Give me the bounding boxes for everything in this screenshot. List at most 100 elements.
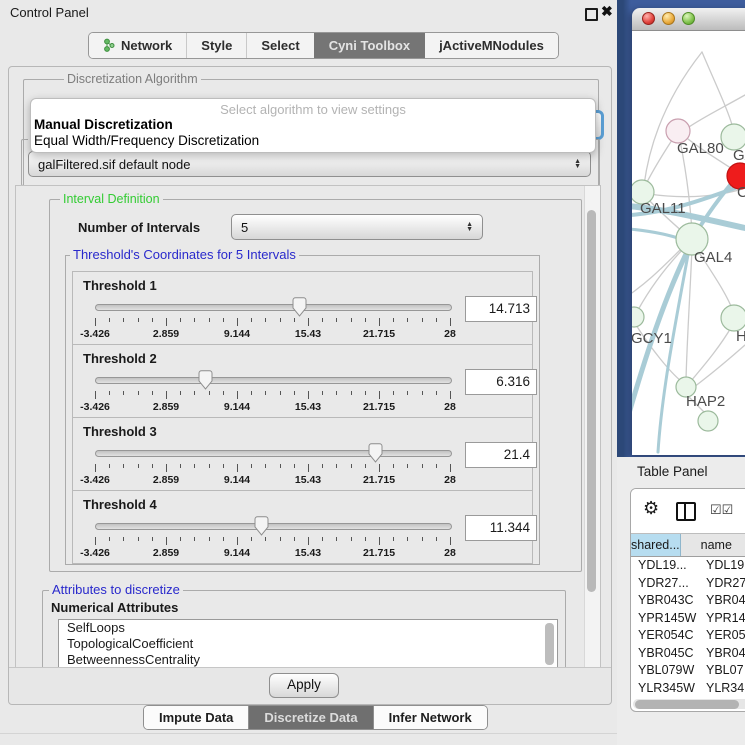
vertical-scrollbar[interactable] bbox=[584, 186, 600, 668]
threshold-value-field[interactable]: 21.4 bbox=[465, 442, 537, 468]
tick-label: 21.715 bbox=[363, 547, 395, 559]
table-data-value: galFiltered.sif default node bbox=[38, 157, 190, 172]
column-header-name[interactable]: name bbox=[681, 534, 745, 556]
network-canvas[interactable]: GAL80GACGAL11GAL4GCY1HHAP2 bbox=[632, 31, 745, 455]
tick-label: 28 bbox=[444, 401, 456, 413]
select-columns-icon[interactable]: ☑☑ bbox=[710, 502, 733, 518]
numerical-attributes-label: Numerical Attributes bbox=[51, 600, 178, 615]
number-of-intervals-combobox[interactable]: 5 ▲▼ bbox=[231, 214, 483, 240]
attribute-list-item[interactable]: BetweennessCentrality bbox=[59, 652, 557, 668]
slider-thumb[interactable] bbox=[198, 370, 213, 390]
threshold-slider[interactable]: -3.4262.8599.14415.4321.71528 bbox=[95, 296, 450, 342]
slider-thumb[interactable] bbox=[368, 443, 383, 463]
float-window-icon[interactable] bbox=[585, 8, 598, 21]
tab-style[interactable]: Style bbox=[186, 33, 246, 58]
network-view-window: GAL80GACGAL11GAL4GCY1HHAP2 bbox=[632, 8, 745, 455]
slider-ticks bbox=[95, 464, 450, 473]
tick-label: -3.426 bbox=[80, 328, 110, 340]
thresholds-group: Threshold's Coordinates for 5 Intervals … bbox=[65, 255, 540, 565]
vertical-scrollbar-thumb[interactable] bbox=[587, 210, 596, 592]
dropdown-item[interactable]: Manual Discretization bbox=[31, 117, 595, 133]
cell-shared-name: YER054C bbox=[631, 627, 699, 645]
slider-thumb[interactable] bbox=[292, 297, 307, 317]
threshold-slider[interactable]: -3.4262.8599.14415.4321.71528 bbox=[95, 369, 450, 415]
tab-cyni-toolbox[interactable]: Cyni Toolbox bbox=[314, 33, 424, 58]
table-row[interactable]: YDL19...YDL19 bbox=[631, 557, 745, 575]
tab-jactivemnodules[interactable]: jActiveMNodules bbox=[424, 33, 558, 58]
slider-tick-labels: -3.4262.8599.14415.4321.71528 bbox=[95, 547, 450, 559]
GCY1-node[interactable] bbox=[632, 307, 644, 327]
close-traffic-light[interactable] bbox=[642, 12, 655, 25]
table-row[interactable]: YDR27...YDR27 bbox=[631, 575, 745, 593]
node-label-gal80: GAL80 bbox=[677, 140, 724, 157]
slider-thumb[interactable] bbox=[254, 516, 269, 536]
close-icon[interactable]: ✖ bbox=[601, 3, 613, 20]
slider-tick-labels: -3.4262.8599.14415.4321.71528 bbox=[95, 474, 450, 486]
number-of-intervals-value: 5 bbox=[241, 220, 248, 235]
table-row[interactable]: YBR043CYBR04 bbox=[631, 592, 745, 610]
tab-network[interactable]: Network bbox=[89, 33, 186, 58]
network-window-titlebar[interactable] bbox=[632, 8, 745, 31]
network-edge[interactable] bbox=[689, 95, 745, 127]
apply-button[interactable]: Apply bbox=[269, 673, 339, 698]
slider-track[interactable] bbox=[95, 523, 452, 530]
network-edge[interactable] bbox=[694, 345, 745, 387]
tick-label: 21.715 bbox=[363, 474, 395, 486]
zoom-traffic-light[interactable] bbox=[682, 12, 695, 25]
gear-icon[interactable]: ⚙ bbox=[643, 498, 659, 519]
discretization-algorithm-label: Discretization Algorithm bbox=[64, 72, 201, 86]
tick-label: 2.859 bbox=[153, 328, 179, 340]
partial-node[interactable] bbox=[698, 411, 718, 431]
horizontal-scrollbar-thumb[interactable] bbox=[635, 700, 739, 709]
numerical-attributes-list[interactable]: SelfLoopsTopologicalCoefficientBetweenne… bbox=[58, 619, 558, 669]
thresholds-group-label: Threshold's Coordinates for 5 Intervals bbox=[70, 248, 299, 262]
threshold-value-field[interactable]: 6.316 bbox=[465, 369, 537, 395]
tab-infer-network[interactable]: Infer Network bbox=[373, 706, 487, 729]
cell-name: YBR04 bbox=[699, 645, 745, 663]
cell-name: YER05 bbox=[699, 627, 745, 645]
threshold-panel: Threshold 2-3.4262.8599.14415.4321.71528… bbox=[72, 344, 533, 418]
tick-label: 28 bbox=[444, 547, 456, 559]
tab-select[interactable]: Select bbox=[246, 33, 313, 58]
cell-name: YLR34 bbox=[699, 680, 745, 698]
threshold-value-field[interactable]: 14.713 bbox=[465, 296, 537, 322]
tick-label: 28 bbox=[444, 474, 456, 486]
dropdown-item[interactable]: Equal Width/Frequency Discretization bbox=[31, 133, 595, 149]
tab-label: Style bbox=[201, 38, 232, 53]
slider-track[interactable] bbox=[95, 377, 452, 384]
horizontal-scrollbar[interactable] bbox=[633, 699, 745, 709]
threshold-slider[interactable]: -3.4262.8599.14415.4321.71528 bbox=[95, 442, 450, 488]
cell-shared-name: YPR145W bbox=[631, 610, 699, 628]
table-data-combobox[interactable]: galFiltered.sif default node ▲▼ bbox=[28, 151, 591, 177]
threshold-label: Threshold 1 bbox=[83, 278, 157, 293]
slider-ticks bbox=[95, 537, 450, 546]
cell-name: YBL07 bbox=[699, 662, 745, 680]
tick-label: 21.715 bbox=[363, 328, 395, 340]
threshold-slider[interactable]: -3.4262.8599.14415.4321.71528 bbox=[95, 515, 450, 561]
attribute-list-item[interactable]: TopologicalCoefficient bbox=[59, 636, 557, 652]
table-row[interactable]: YBL079WYBL07 bbox=[631, 662, 745, 680]
table-header-row: shared... name bbox=[631, 533, 745, 557]
column-header-shared-name[interactable]: shared... bbox=[631, 534, 681, 556]
table-row[interactable]: YPR145WYPR14 bbox=[631, 610, 745, 628]
combo-stepper-icon: ▲▼ bbox=[466, 222, 473, 232]
network-edge[interactable] bbox=[644, 52, 702, 185]
settings-scroll-viewport: Interval Definition Number of Intervals … bbox=[15, 185, 601, 669]
column-layout-icon[interactable] bbox=[676, 502, 696, 521]
minimize-traffic-light[interactable] bbox=[662, 12, 675, 25]
top-tabbar: Network Style SelectCyni ToolboxjActiveMNo… bbox=[88, 32, 559, 59]
table-row[interactable]: YER054CYER05 bbox=[631, 627, 745, 645]
table-row[interactable]: YBR045CYBR04 bbox=[631, 645, 745, 663]
threshold-value-field[interactable]: 11.344 bbox=[465, 515, 537, 541]
list-scrollbar[interactable] bbox=[545, 623, 554, 665]
table-row[interactable]: YLR345WYLR34 bbox=[631, 680, 745, 698]
tab-discretize-data[interactable]: Discretize Data bbox=[248, 706, 372, 729]
slider-track[interactable] bbox=[95, 450, 452, 457]
table-panel-title: Table Panel bbox=[637, 464, 708, 479]
node-label-gal11: GAL11 bbox=[640, 200, 686, 217]
panel-title: Control Panel bbox=[10, 5, 89, 20]
attribute-list-item[interactable]: SelfLoops bbox=[59, 620, 557, 636]
tab-impute-data[interactable]: Impute Data bbox=[144, 706, 248, 729]
slider-track[interactable] bbox=[95, 304, 452, 311]
node-label-h: H bbox=[736, 328, 745, 345]
